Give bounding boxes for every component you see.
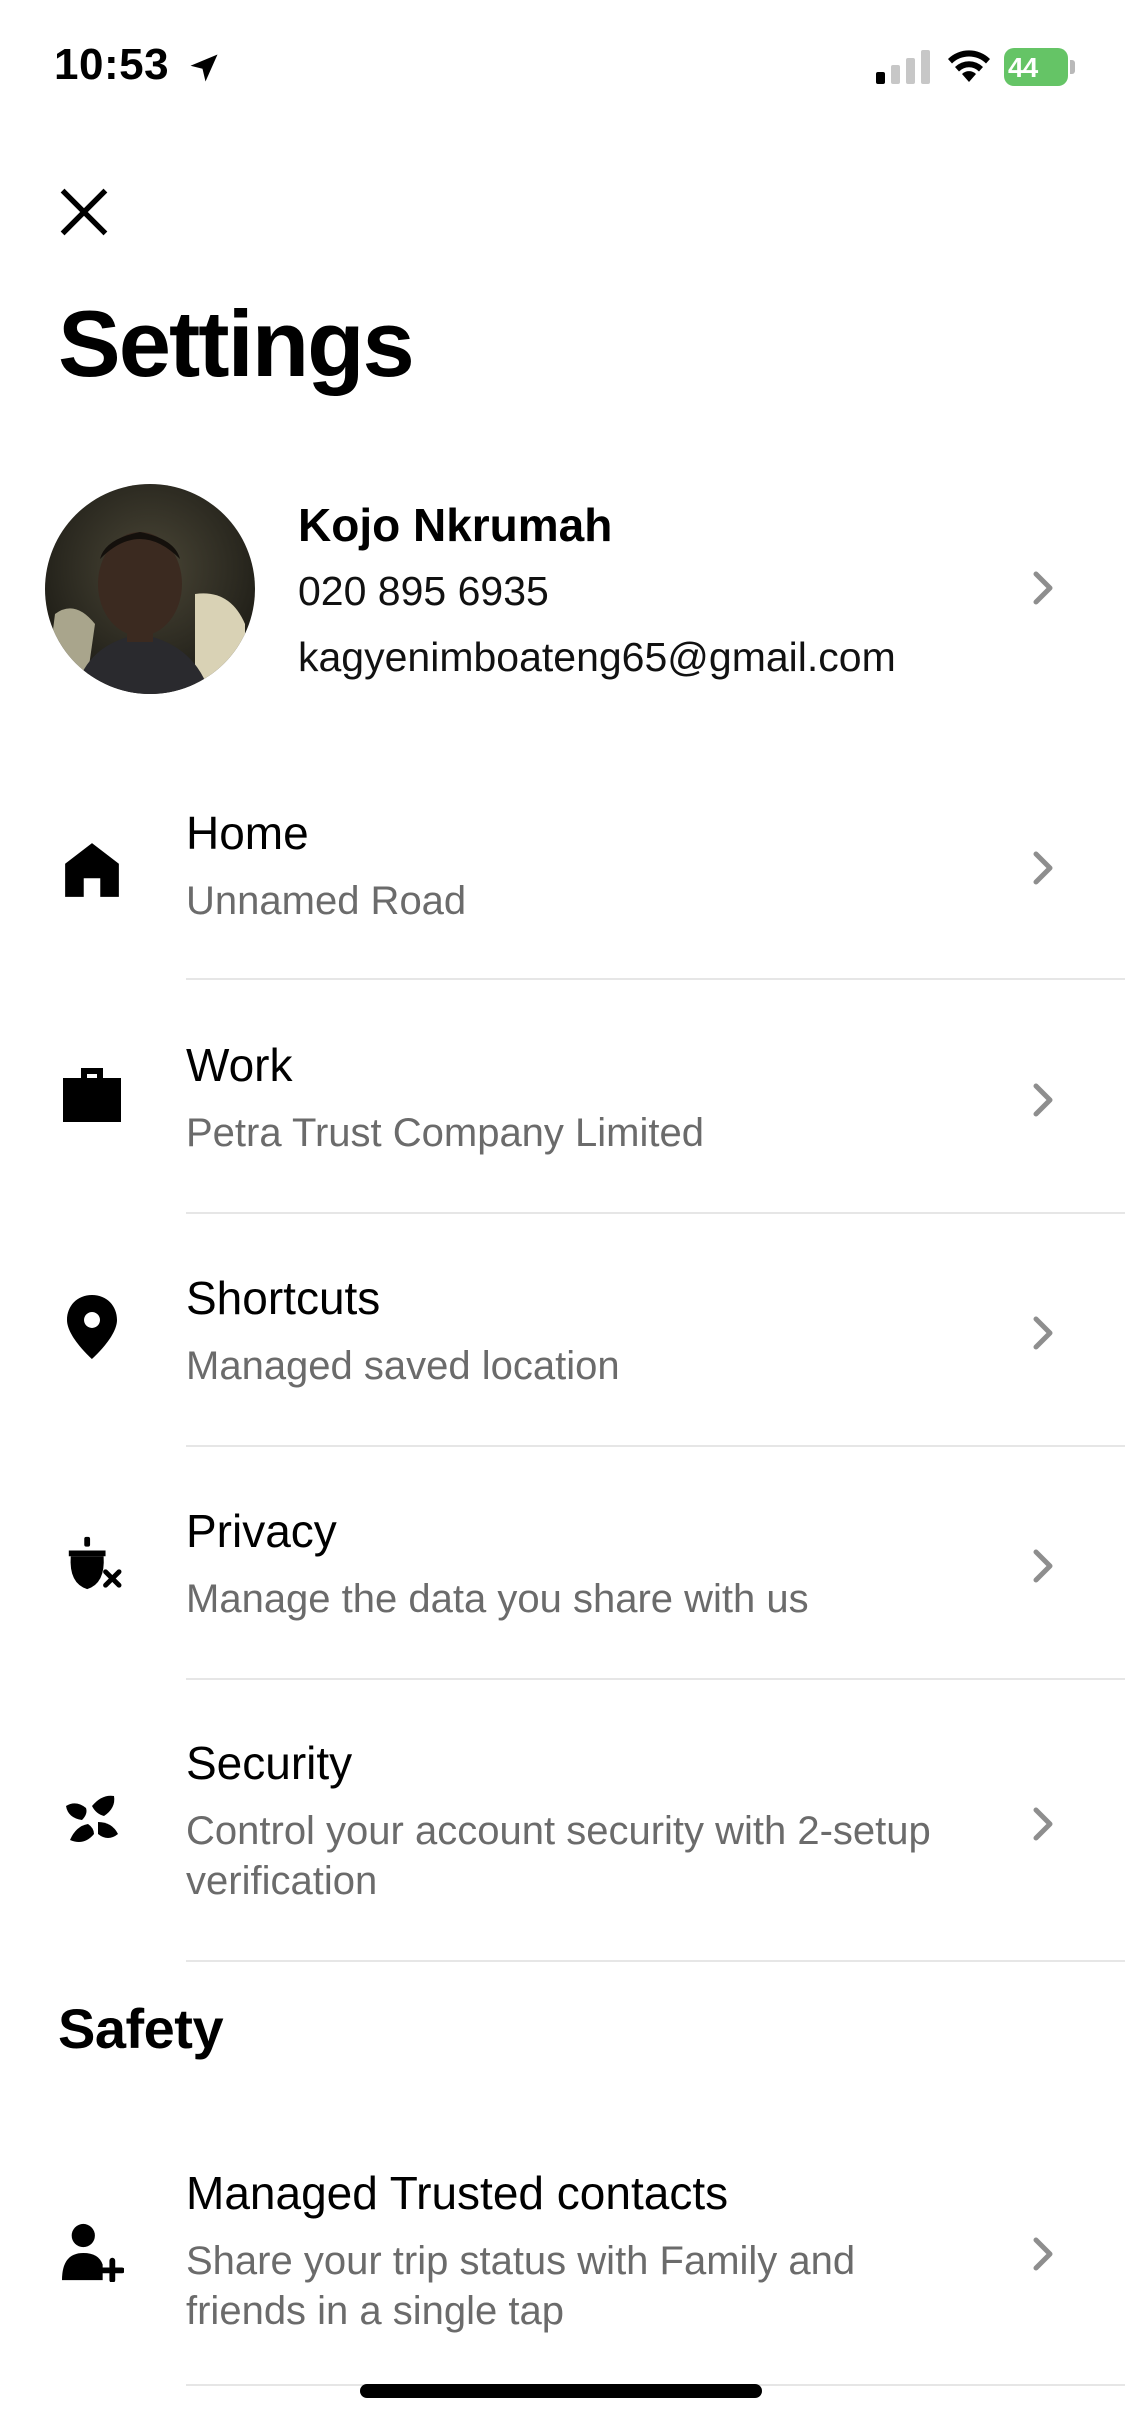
section-title-safety: Safety bbox=[58, 1997, 224, 2060]
profile-row[interactable]: Kojo Nkrumah 020 895 6935 kagyenimboaten… bbox=[0, 480, 1125, 700]
row-subtitle: Petra Trust Company Limited bbox=[186, 1111, 704, 1155]
row-title: Security bbox=[186, 1737, 353, 1789]
home-icon bbox=[56, 834, 128, 906]
profile-phone: 020 895 6935 bbox=[298, 568, 549, 614]
row-title: Managed Trusted contacts bbox=[186, 2167, 729, 2219]
row-subtitle: Control your account security with 2-set… bbox=[186, 1809, 931, 1903]
avatar bbox=[45, 484, 255, 694]
row-title: Work bbox=[186, 1039, 293, 1091]
settings-row-security[interactable]: Security Control your account security w… bbox=[0, 1690, 1125, 1962]
chevron-right-icon bbox=[1020, 846, 1064, 890]
row-subtitle: Manage the data you share with us bbox=[186, 1577, 809, 1621]
row-title: Shortcuts bbox=[186, 1272, 381, 1324]
location-pin-icon bbox=[56, 1291, 128, 1363]
chevron-right-icon bbox=[1020, 566, 1064, 610]
settings-row-home[interactable]: Home Unnamed Road bbox=[0, 760, 1125, 980]
chevron-right-icon bbox=[1020, 1078, 1064, 1122]
chevron-right-icon bbox=[1020, 1802, 1064, 1846]
divider bbox=[186, 1960, 1125, 1962]
status-bar: 10:53 44 bbox=[0, 0, 1125, 140]
briefcase-icon bbox=[56, 1058, 128, 1130]
row-title: Privacy bbox=[186, 1505, 337, 1557]
status-time: 10:53 bbox=[54, 40, 170, 89]
add-contact-icon bbox=[56, 2216, 128, 2288]
chevron-right-icon bbox=[1020, 1311, 1064, 1355]
profile-email: kagyenimboateng65@gmail.com bbox=[298, 634, 896, 680]
chevron-right-icon bbox=[1020, 1544, 1064, 1588]
wifi-icon bbox=[946, 46, 992, 84]
divider bbox=[186, 1212, 1125, 1214]
divider bbox=[186, 1445, 1125, 1447]
row-subtitle: Unnamed Road bbox=[186, 879, 467, 923]
chevron-right-icon bbox=[1020, 2232, 1064, 2276]
cellular-signal-icon bbox=[876, 50, 932, 84]
privacy-icon bbox=[56, 1528, 128, 1600]
battery-cap bbox=[1070, 60, 1075, 74]
divider bbox=[186, 1678, 1125, 1680]
settings-row-shortcuts[interactable]: Shortcuts Managed saved location bbox=[0, 1225, 1125, 1447]
row-subtitle: Managed saved location bbox=[186, 1344, 620, 1388]
page-title: Settings bbox=[58, 291, 415, 396]
profile-name: Kojo Nkrumah bbox=[298, 499, 613, 551]
row-title: Home bbox=[186, 807, 309, 859]
security-icon bbox=[56, 1786, 128, 1858]
settings-row-privacy[interactable]: Privacy Manage the data you share with u… bbox=[0, 1458, 1125, 1680]
home-indicator bbox=[360, 2384, 762, 2398]
close-icon bbox=[60, 188, 108, 236]
row-subtitle: Share your trip status with Family and f… bbox=[186, 2239, 856, 2333]
battery-icon: 44 bbox=[1004, 48, 1076, 86]
location-arrow-icon bbox=[186, 50, 222, 86]
battery-level: 44 bbox=[1008, 52, 1038, 83]
settings-row-trusted-contacts[interactable]: Managed Trusted contacts Share your trip… bbox=[0, 2120, 1125, 2390]
close-button[interactable] bbox=[52, 180, 116, 244]
divider bbox=[186, 978, 1125, 980]
settings-row-work[interactable]: Work Petra Trust Company Limited bbox=[0, 992, 1125, 1214]
